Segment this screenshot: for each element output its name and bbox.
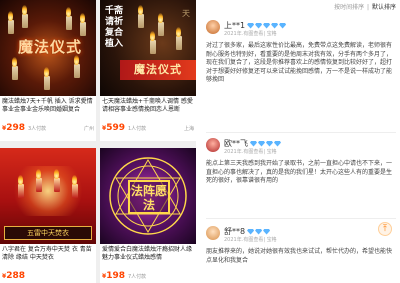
comment-item: 欧**飞 2021年.有图查看| 宝格 能点上第三天我感到我开始了录取书，之前一… bbox=[196, 138, 400, 208]
product-description[interactable]: 七天魔法蜡烛+千斋唤人调情 感愛请相容事业感情挽回恋人恩断 bbox=[100, 96, 196, 122]
scroll-top-icon[interactable]: ⤒ bbox=[378, 222, 392, 236]
comment-item: 舒**8 2021年.有图查看| 宝格 朋友推荐来的，她说对她很有效我也来试试，… bbox=[196, 226, 400, 283]
paid-count: 7人付款 bbox=[127, 274, 147, 280]
sort-by-time-button[interactable]: 按时间排序 bbox=[334, 4, 364, 11]
product-image[interactable]: 五雷中天焚衣 bbox=[0, 148, 96, 244]
product-image-stamp: 法阵愿法 bbox=[128, 180, 170, 214]
product-image[interactable]: 法阵愿法 bbox=[100, 148, 196, 244]
comment-meta: 2021年.有图查看| 宝格 bbox=[224, 149, 277, 155]
avatar[interactable] bbox=[206, 138, 220, 152]
product-image-vertical-text: 千斋请祈复合植入 bbox=[104, 6, 123, 49]
product-image[interactable]: 魔法仪式 bbox=[0, 0, 96, 96]
avatar[interactable] bbox=[206, 20, 220, 34]
product-description[interactable]: 魔法蜡烛7天+千帆 插入 诉求愛情事业金事业金乐唤回婚姻复合 bbox=[0, 96, 96, 122]
sort-bar: 按时间排序 | 默认排序 bbox=[333, 2, 396, 11]
member-level-icon bbox=[247, 228, 271, 235]
price-value: 298 bbox=[6, 123, 25, 133]
product-grid: 魔法仪式 魔法蜡烛7天+千帆 插入 诉求愛情事业金事业金乐唤回婚姻复合 ¥298… bbox=[0, 0, 196, 283]
comment-item: 上**1 2021年.有图查看| 宝格 对过了很多家，最后这家性价比最高，免费带… bbox=[196, 20, 400, 120]
product-description[interactable]: 八字君在 复合万寿中天焚 衣 青苗 清除 缘结 中天焚衣 bbox=[0, 244, 96, 270]
product-image[interactable]: 千斋请祈复合植入 天 魔法仪式 bbox=[100, 0, 196, 96]
avatar[interactable] bbox=[206, 226, 220, 240]
product-image-banner: 魔法仪式 bbox=[120, 60, 196, 80]
product-description[interactable]: 爱情爱合白魔法蜡烛汗瘾招财人缘魅力事业仪式蜡烛感情 bbox=[100, 244, 196, 270]
sort-separator: | bbox=[367, 4, 370, 11]
product-card[interactable]: 五雷中天焚衣 八字君在 复合万寿中天焚 衣 青苗 清除 缘结 中天焚衣 ¥288 bbox=[0, 148, 96, 283]
seller-location: 广州 bbox=[83, 126, 94, 132]
product-price: ¥599 bbox=[102, 123, 125, 133]
price-value: 198 bbox=[106, 271, 125, 281]
comment-text: 对过了很多家，最后这家性价比最高，免费带点这免费解读，老师很有耐心服务也特别好，… bbox=[206, 42, 393, 83]
product-card[interactable]: 魔法仪式 魔法蜡烛7天+千帆 插入 诉求愛情事业金事业金乐唤回婚姻复合 ¥298… bbox=[0, 0, 96, 141]
comment-meta: 2021年.有图查看| 宝格 bbox=[224, 31, 277, 37]
seller-location: 上海 bbox=[183, 126, 194, 132]
price-value: 599 bbox=[106, 123, 125, 133]
price-value: 288 bbox=[6, 271, 25, 281]
comment-list: 按时间排序 | 默认排序 上**1 2021年.有图查看| 宝格 对过了很多家，… bbox=[196, 0, 400, 283]
comment-text: 能点上第三天我感到我开始了录取书，之前一直担心中请也不下来，一直担心的事也解决了… bbox=[206, 160, 393, 184]
member-level-icon bbox=[247, 22, 287, 29]
comment-text: 朋友推荐来的，她说对她很有效我也来试试，帮忙代办的，希望也能快点显化和我复合 bbox=[206, 248, 393, 264]
comment-meta: 2021年.有图查看| 宝格 bbox=[224, 237, 277, 243]
paid-count: 3人付款 bbox=[27, 126, 47, 132]
product-card[interactable]: 法阵愿法 爱情爱合白魔法蜡烛汗瘾招财人缘魅力事业仪式蜡烛感情 ¥198 7人付款 bbox=[100, 148, 196, 283]
product-price: ¥198 bbox=[102, 271, 125, 281]
product-image-title: 魔法仪式 bbox=[18, 38, 83, 56]
product-card[interactable]: 千斋请祈复合植入 天 魔法仪式 七天魔法蜡烛+千斋唤人调情 感愛请相容事业感情挽… bbox=[100, 0, 196, 141]
paid-count: 1人付款 bbox=[127, 126, 147, 132]
sort-default-button[interactable]: 默认排序 bbox=[372, 4, 396, 11]
divider bbox=[206, 132, 396, 133]
product-price: ¥298 bbox=[2, 123, 25, 133]
product-image-caption: 五雷中天焚衣 bbox=[4, 226, 92, 240]
product-image-mark: 天 bbox=[182, 9, 190, 18]
divider bbox=[206, 218, 396, 219]
member-level-icon bbox=[250, 140, 282, 147]
product-price: ¥288 bbox=[2, 271, 25, 281]
